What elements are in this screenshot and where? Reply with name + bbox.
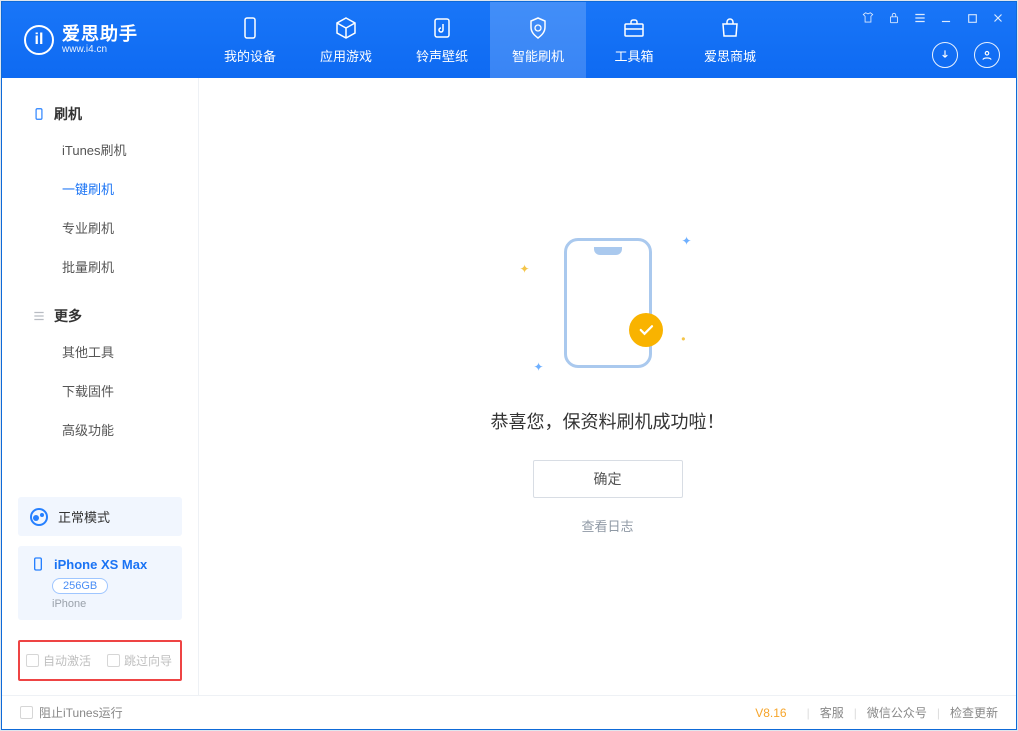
block-itunes-label[interactable]: 阻止iTunes运行: [39, 704, 123, 721]
user-icon: [980, 48, 994, 62]
tab-apps-games[interactable]: 应用游戏: [298, 2, 394, 78]
bag-icon: [718, 16, 742, 40]
phone-icon: [238, 16, 262, 40]
device-capacity: 256GB: [52, 578, 108, 594]
mode-icon: [30, 508, 48, 526]
support-link[interactable]: 客服: [820, 704, 844, 721]
titlebar-right-buttons: [932, 42, 1000, 68]
checkbox-icon[interactable]: [20, 706, 33, 719]
device-type: iPhone: [52, 598, 170, 610]
titlebar: il 爱思助手 www.i4.cn 我的设备 应用游戏 铃声壁纸 智能刷机: [2, 2, 1016, 78]
sidebar-item-pro-flash[interactable]: 专业刷机: [2, 208, 198, 247]
phone-illustration-icon: [564, 238, 652, 368]
device-mode-box[interactable]: 正常模式: [18, 497, 182, 536]
download-icon: [938, 48, 952, 62]
checkbox-label: 跳过向导: [124, 652, 172, 669]
body-area: 刷机 iTunes刷机 一键刷机 专业刷机 批量刷机 更多 其他工具 下载固件 …: [2, 78, 1016, 695]
sidebar-item-oneclick-flash[interactable]: 一键刷机: [2, 169, 198, 208]
success-illustration: ✦ ✦ ✦ •: [564, 238, 652, 368]
device-name: iPhone XS Max: [54, 557, 147, 572]
tab-ringtone-wallpaper[interactable]: 铃声壁纸: [394, 2, 490, 78]
tab-label: 我的设备: [224, 46, 276, 65]
cube-icon: [334, 16, 358, 40]
close-button[interactable]: [990, 10, 1006, 26]
device-mode-label: 正常模式: [58, 507, 110, 526]
check-update-link[interactable]: 检查更新: [950, 704, 998, 721]
sparkle-icon: ✦: [520, 262, 530, 276]
toolbox-icon: [622, 16, 646, 40]
check-badge-icon: [629, 313, 663, 347]
lock-icon[interactable]: [886, 10, 902, 26]
sidebar-item-itunes-flash[interactable]: iTunes刷机: [2, 130, 198, 169]
sidebar-item-advanced[interactable]: 高级功能: [2, 410, 198, 449]
sparkle-icon: •: [681, 332, 685, 346]
checkbox-icon: [107, 654, 120, 667]
checkbox-label: 自动激活: [43, 652, 91, 669]
view-log-link[interactable]: 查看日志: [581, 516, 633, 535]
sparkle-icon: ✦: [534, 360, 544, 374]
app-url: www.i4.cn: [62, 44, 138, 55]
minimize-button[interactable]: [938, 10, 954, 26]
sparkle-icon: ✦: [681, 234, 691, 248]
ok-button[interactable]: 确定: [533, 460, 683, 498]
device-phone-icon: [30, 556, 46, 572]
statusbar: 阻止iTunes运行 V8.16 | 客服 | 微信公众号 | 检查更新: [2, 695, 1016, 729]
sidebar-item-batch-flash[interactable]: 批量刷机: [2, 247, 198, 286]
maximize-button[interactable]: [964, 10, 980, 26]
sidebar-item-other-tools[interactable]: 其他工具: [2, 332, 198, 371]
success-message: 恭喜您，保资料刷机成功啦！: [491, 408, 725, 434]
music-file-icon: [430, 16, 454, 40]
account-button[interactable]: [974, 42, 1000, 68]
app-logo-icon: il: [24, 25, 54, 55]
app-title: 爱思助手: [62, 25, 138, 45]
sidebar-section-flash: 刷机: [2, 98, 198, 130]
sidebar-section-more: 更多: [2, 300, 198, 332]
logo-area: il 爱思助手 www.i4.cn: [2, 25, 202, 56]
app-window: il 爱思助手 www.i4.cn 我的设备 应用游戏 铃声壁纸 智能刷机: [1, 1, 1017, 730]
tshirt-icon[interactable]: [860, 10, 876, 26]
device-info-box[interactable]: iPhone XS Max 256GB iPhone: [18, 546, 182, 620]
tab-label: 应用游戏: [320, 46, 372, 65]
wechat-link[interactable]: 微信公众号: [867, 704, 927, 721]
checkbox-skip-guide[interactable]: 跳过向导: [107, 652, 172, 669]
main-tabs: 我的设备 应用游戏 铃声壁纸 智能刷机 工具箱 爱思商城: [202, 2, 778, 78]
tab-label: 工具箱: [614, 46, 653, 65]
version-label: V8.16: [755, 706, 786, 720]
list-icon: [32, 309, 46, 323]
main-content: ✦ ✦ ✦ • 恭喜您，保资料刷机成功啦！ 确定 查看日志: [199, 78, 1016, 695]
phone-small-icon: [32, 107, 46, 121]
menu-icon[interactable]: [912, 10, 928, 26]
tab-label: 爱思商城: [704, 46, 756, 65]
sidebar-lower: 正常模式 iPhone XS Max 256GB iPhone 自动激活: [2, 487, 198, 695]
tab-toolbox[interactable]: 工具箱: [586, 2, 682, 78]
tab-store[interactable]: 爱思商城: [682, 2, 778, 78]
checkbox-icon: [26, 654, 39, 667]
download-button[interactable]: [932, 42, 958, 68]
highlighted-options-box: 自动激活 跳过向导: [18, 640, 182, 681]
window-controls-top: [860, 10, 1006, 26]
sidebar-item-download-firmware[interactable]: 下载固件: [2, 371, 198, 410]
tab-label: 智能刷机: [512, 46, 564, 65]
tab-my-device[interactable]: 我的设备: [202, 2, 298, 78]
refresh-shield-icon: [526, 16, 550, 40]
tab-label: 铃声壁纸: [416, 46, 468, 65]
sidebar: 刷机 iTunes刷机 一键刷机 专业刷机 批量刷机 更多 其他工具 下载固件 …: [2, 78, 199, 695]
tab-smart-flash[interactable]: 智能刷机: [490, 2, 586, 78]
checkbox-auto-activate[interactable]: 自动激活: [26, 652, 91, 669]
